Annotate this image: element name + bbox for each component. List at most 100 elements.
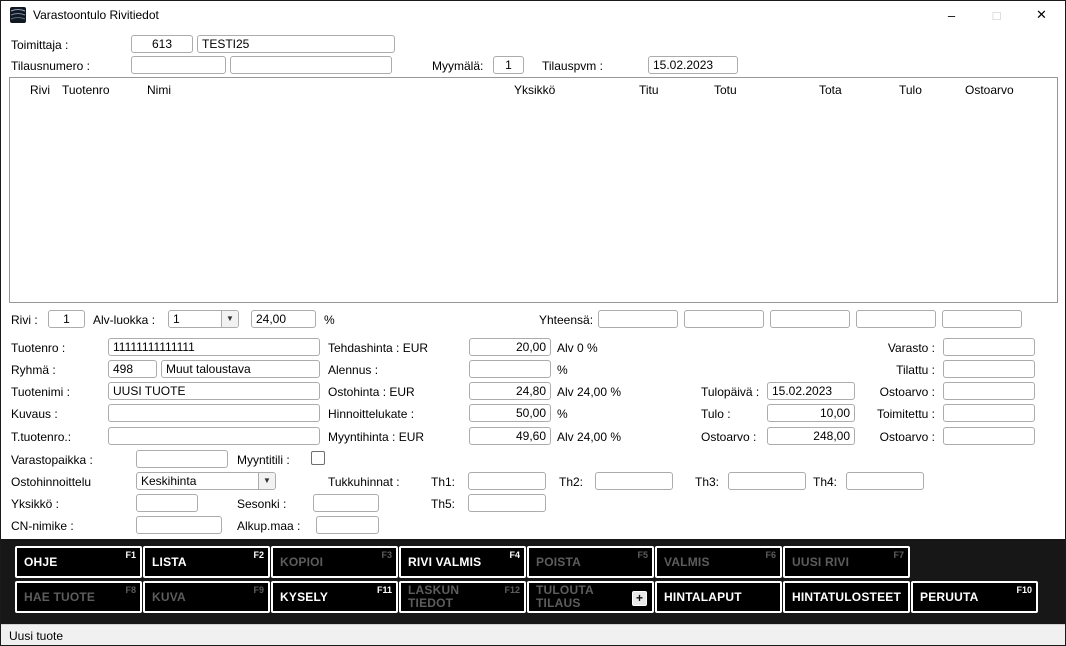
myyntitili-checkbox[interactable]	[311, 451, 325, 465]
toimitettu-field[interactable]	[943, 404, 1035, 422]
kopioi-button[interactable]: KOPIOI F3	[271, 546, 398, 578]
grid-col-yksikko: Yksikkö	[514, 83, 555, 97]
tulouta-tilaus-button[interactable]: TULOUTA TILAUS +	[527, 581, 654, 613]
hinnoittelukate-percent-sign: %	[557, 407, 568, 421]
tulopaiva-field[interactable]: 15.02.2023	[767, 382, 855, 400]
alennus-field[interactable]	[469, 360, 551, 378]
sesonki-field[interactable]	[313, 494, 379, 512]
ostohinnoittelu-label: Ostohinnoittelu	[11, 475, 91, 489]
kuvaus-field[interactable]	[108, 404, 320, 422]
ryhma-label: Ryhmä :	[11, 363, 56, 377]
grid-col-totu: Totu	[714, 83, 737, 97]
hintatulosteet-button[interactable]: HINTATULOSTEET	[783, 581, 910, 613]
th3-field[interactable]	[728, 472, 806, 490]
ostoarvo-mid-label: Ostoarvo :	[701, 430, 756, 444]
myyntihinta-field[interactable]: 49,60	[469, 427, 551, 445]
kuva-button[interactable]: KUVA F9	[143, 581, 270, 613]
myyntitili-label: Myyntitili :	[237, 453, 290, 467]
minimize-button[interactable]: –	[929, 1, 974, 29]
th4-field[interactable]	[846, 472, 924, 490]
rows-grid: Rivi Tuotenro Nimi Yksikkö Titu Totu Tot…	[9, 77, 1058, 303]
fkey-label: F10	[1016, 585, 1032, 595]
hinnoittelukate-field[interactable]: 50,00	[469, 404, 551, 422]
myymala-field[interactable]: 1	[493, 56, 524, 74]
tehdashinta-label: Tehdashinta : EUR	[328, 341, 428, 355]
rivi-valmis-button[interactable]: RIVI VALMIS F4	[399, 546, 526, 578]
fkey-label: F7	[893, 550, 904, 560]
tilausnumero-label: Tilausnumero :	[11, 59, 90, 73]
tehdashinta-field[interactable]: 20,00	[469, 338, 551, 356]
tehdashinta-alv-label: Alv 0 %	[557, 341, 598, 355]
laskun-tiedot-button[interactable]: LASKUN TIEDOT F12	[399, 581, 526, 613]
yhteensa-field-3[interactable]	[770, 310, 850, 328]
button-label: HINTATULOSTEET	[785, 591, 901, 604]
toimittaja-code-field[interactable]: 613	[131, 35, 193, 53]
alv-luokka-select[interactable]: 1 ▼	[168, 310, 239, 328]
ryhma-name-field[interactable]: Muut taloustava	[161, 360, 320, 378]
hintalaput-button[interactable]: HINTALAPUT	[655, 581, 782, 613]
button-label: HINTALAPUT	[657, 591, 742, 604]
rivi-field[interactable]: 1	[48, 310, 85, 328]
cn-nimike-label: CN-nimike :	[11, 519, 74, 533]
tilausnumero-field-1[interactable]	[131, 56, 226, 74]
tulo-field[interactable]: 10,00	[767, 404, 855, 422]
valmis-button[interactable]: VALMIS F6	[655, 546, 782, 578]
yksikko-label: Yksikkö :	[11, 497, 59, 511]
chevron-down-icon[interactable]: ▼	[221, 311, 238, 327]
yhteensa-field-4[interactable]	[856, 310, 936, 328]
tilausnumero-field-2[interactable]	[230, 56, 392, 74]
alv-percent-field[interactable]: 24,00	[251, 310, 316, 328]
th1-field[interactable]	[468, 472, 546, 490]
ryhma-code-field[interactable]: 498	[108, 360, 157, 378]
uusi-rivi-button[interactable]: UUSI RIVI F7	[783, 546, 910, 578]
alkup-maa-field[interactable]	[316, 516, 379, 534]
th2-field[interactable]	[595, 472, 673, 490]
varasto-field[interactable]	[943, 338, 1035, 356]
hae-tuote-button[interactable]: HAE TUOTE F8	[15, 581, 142, 613]
tulo-label: Tulo :	[701, 407, 731, 421]
close-button[interactable]: ✕	[1019, 1, 1064, 29]
yhteensa-field-5[interactable]	[942, 310, 1022, 328]
button-label: OHJE	[17, 556, 57, 569]
alv-luokka-label: Alv-luokka :	[93, 313, 155, 327]
tukkuhinnat-label: Tukkuhinnat :	[328, 475, 400, 489]
button-label: VALMIS	[657, 556, 710, 569]
kysely-button[interactable]: KYSELY F11	[271, 581, 398, 613]
yhteensa-field-2[interactable]	[684, 310, 764, 328]
cn-nimike-field[interactable]	[136, 516, 222, 534]
ostoarvo-right1-field[interactable]	[943, 382, 1035, 400]
peruuta-button[interactable]: PERUUTA F10	[911, 581, 1038, 613]
chevron-down-icon[interactable]: ▼	[258, 473, 275, 489]
lista-button[interactable]: LISTA F2	[143, 546, 270, 578]
tuotenro-field[interactable]: 11111111111111	[108, 338, 320, 356]
tuotenimi-field[interactable]: UUSI TUOTE	[108, 382, 320, 400]
fkey-label: F1	[125, 550, 136, 560]
status-text: Uusi tuote	[9, 629, 63, 643]
app-icon	[10, 7, 26, 23]
th5-field[interactable]	[468, 494, 546, 512]
sesonki-label: Sesonki :	[237, 497, 286, 511]
varastopaikka-field[interactable]	[136, 450, 228, 468]
poista-button[interactable]: POISTA F5	[527, 546, 654, 578]
button-label: RIVI VALMIS	[401, 556, 481, 569]
fkey-label: F6	[765, 550, 776, 560]
yksikko-field[interactable]	[136, 494, 198, 512]
toimittaja-name-field[interactable]: TESTI25	[197, 35, 395, 53]
ostoarvo-right2-field[interactable]	[943, 427, 1035, 445]
ohje-button[interactable]: OHJE F1	[15, 546, 142, 578]
ostohinnoittelu-select[interactable]: Keskihinta ▼	[136, 472, 276, 490]
ostohinta-field[interactable]: 24,80	[469, 382, 551, 400]
grid-col-nimi: Nimi	[147, 83, 171, 97]
plus-icon[interactable]: +	[632, 591, 647, 606]
yhteensa-field-1[interactable]	[598, 310, 678, 328]
percent-sign: %	[324, 313, 335, 327]
maximize-button[interactable]: □	[974, 1, 1019, 29]
ostohinta-alv-label: Alv 24,00 %	[557, 385, 621, 399]
ostoarvo-mid-field[interactable]: 248,00	[767, 427, 855, 445]
fkey-label: F9	[253, 585, 264, 595]
varastoontulo-rivitiedot-window: Varastoontulo Rivitiedot – □ ✕ Toimittaj…	[0, 0, 1066, 646]
t-tuotenro-field[interactable]	[108, 427, 320, 445]
th3-label: Th3:	[695, 475, 719, 489]
tilauspvm-field[interactable]: 15.02.2023	[648, 56, 738, 74]
tilattu-field[interactable]	[943, 360, 1035, 378]
